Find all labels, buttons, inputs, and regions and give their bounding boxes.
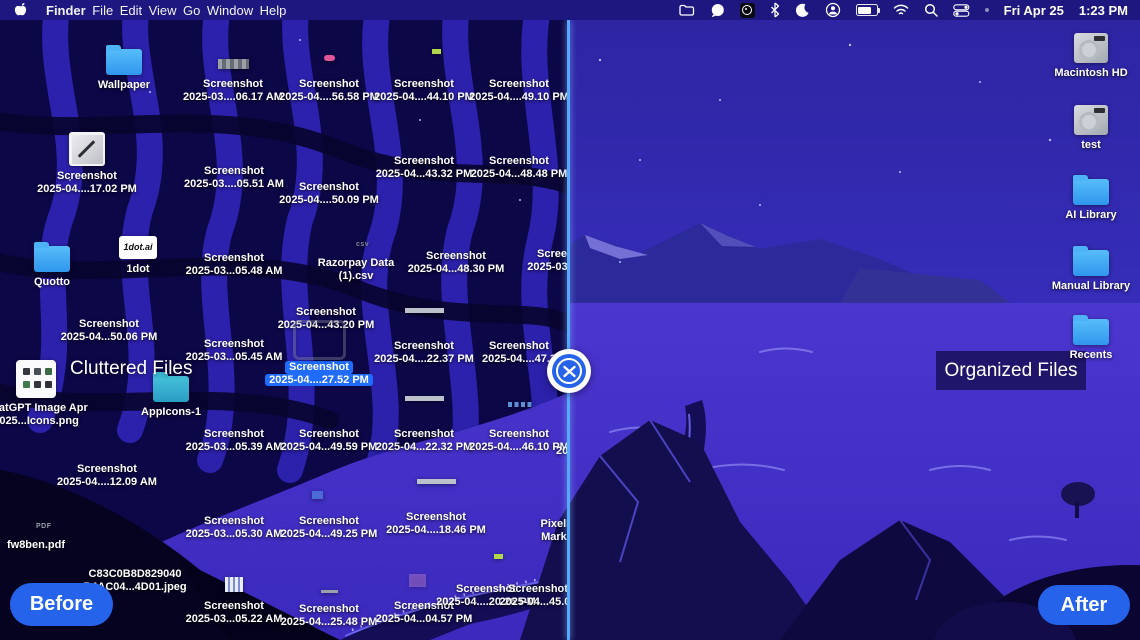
desktop-icon-test[interactable]: test [1036, 85, 1140, 152]
after-button[interactable]: After [1038, 585, 1130, 625]
compare-arrows-icon [552, 354, 586, 388]
control-center-icon[interactable] [953, 0, 970, 20]
desktop-icon-ai-library[interactable]: AI Library [1036, 155, 1140, 222]
user-menu-icon[interactable] [825, 0, 841, 20]
icon-label: AI Library [1036, 209, 1140, 222]
compare-divider-line[interactable] [567, 20, 570, 640]
focus-moon-icon[interactable] [795, 0, 810, 20]
wifi-icon[interactable] [893, 0, 909, 20]
desktop-icon-recents[interactable]: Recents [1036, 295, 1140, 362]
after-desktop-area: Macintosh HD test AI Library Manual Library… [0, 0, 1140, 640]
hdd-icon [1074, 33, 1108, 63]
folder-blue-icon [1073, 179, 1109, 205]
hdd-icon [1074, 105, 1108, 135]
desktop-icon-macintosh-hd[interactable]: Macintosh HD [1036, 13, 1140, 80]
chat-menu-icon[interactable] [710, 0, 725, 20]
compare-slider-handle[interactable] [547, 349, 591, 393]
menu-item-file[interactable]: File [92, 3, 113, 18]
icon-label: Recents [1036, 349, 1140, 362]
before-button[interactable]: Before [10, 583, 113, 626]
menubar-date[interactable]: Fri Apr 25 [1004, 3, 1064, 18]
menu-item-help[interactable]: Help [260, 3, 287, 18]
menu-item-edit[interactable]: Edit [120, 3, 142, 18]
bluetooth-icon[interactable] [770, 0, 780, 20]
battery-icon[interactable] [856, 4, 878, 16]
folder-blue-icon [1073, 319, 1109, 345]
menu-item-finder[interactable]: Finder [46, 3, 86, 18]
desktop-icon-manual-library[interactable]: Manual Library [1036, 226, 1140, 293]
icon-label: Manual Library [1036, 280, 1140, 293]
menu-items: Finder File Edit View Go Window Help [46, 3, 286, 18]
files-menu-icon[interactable] [679, 0, 695, 20]
icon-label: test [1036, 139, 1140, 152]
active-app-menu-icon[interactable] [740, 3, 755, 18]
icon-label: Macintosh HD [1036, 67, 1140, 80]
menu-item-window[interactable]: Window [207, 3, 253, 18]
desktop: WallpaperScreenshot2025-03....06.17 AMSc… [0, 0, 1140, 640]
spotlight-search-icon[interactable] [924, 0, 938, 20]
menu-item-view[interactable]: View [149, 3, 177, 18]
status-dot-icon [985, 8, 989, 12]
apple-menu-icon[interactable] [14, 0, 27, 20]
folder-blue-icon [1073, 250, 1109, 276]
menu-item-go[interactable]: Go [183, 3, 200, 18]
menubar-time[interactable]: 1:23 PM [1079, 3, 1128, 18]
menu-bar: Finder File Edit View Go Window Help [0, 0, 1140, 20]
